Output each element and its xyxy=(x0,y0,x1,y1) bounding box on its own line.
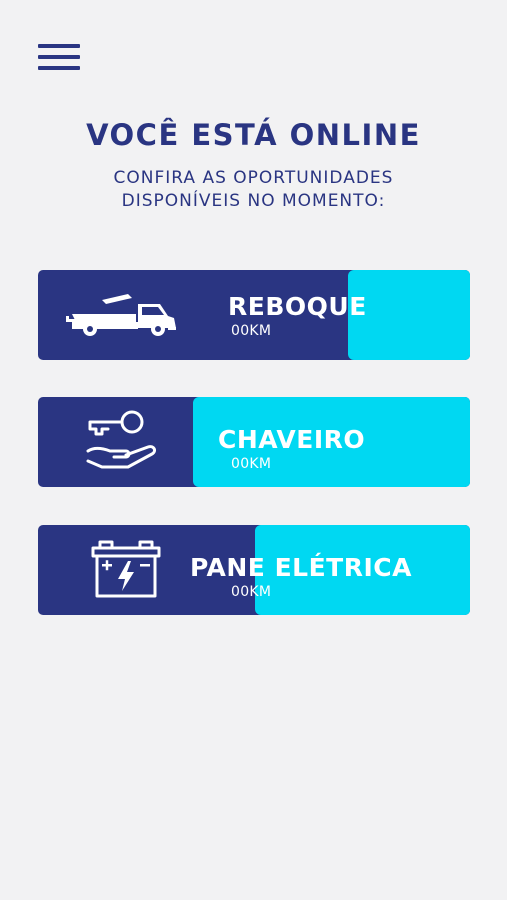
page-title: VOCÊ ESTÁ ONLINE xyxy=(86,118,421,152)
page-subtitle: CONFIRA AS OPORTUNIDADES DISPONÍVEIS NO … xyxy=(0,167,507,213)
service-label: PANE ELÉTRICA xyxy=(190,553,412,582)
subtitle-line-1: CONFIRA AS OPORTUNIDADES xyxy=(113,168,394,188)
hamburger-menu-icon xyxy=(38,44,80,48)
service-distance: 00KM xyxy=(231,456,272,472)
service-distance: 00KM xyxy=(231,323,272,339)
service-distance: 00KM xyxy=(231,584,272,600)
subtitle-line-2: DISPONÍVEIS NO MOMENTO: xyxy=(121,191,386,211)
service-card-pane-eletrica[interactable]: PANE ELÉTRICA 00KM xyxy=(38,525,470,615)
menu-button[interactable] xyxy=(38,44,80,70)
car-battery-icon xyxy=(91,540,161,598)
service-card-reboque[interactable]: REBOQUE 00KM xyxy=(38,270,470,360)
service-label: CHAVEIRO xyxy=(218,425,366,454)
key-hand-icon xyxy=(86,410,157,469)
service-card-chaveiro[interactable]: CHAVEIRO 00KM xyxy=(38,397,470,487)
service-label: REBOQUE xyxy=(228,292,367,321)
tow-truck-icon xyxy=(66,294,176,336)
